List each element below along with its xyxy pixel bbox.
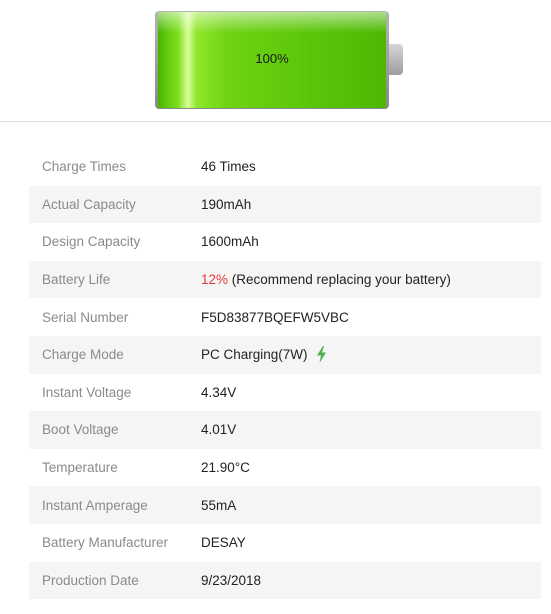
info-label: Production Date (42, 572, 139, 588)
info-label: Boot Voltage (42, 422, 119, 438)
battery-percentage-label: 100% (255, 51, 289, 66)
info-row-battery-life: Battery Life 12% (Recommend replacing yo… (29, 260, 541, 299)
info-row-actual-capacity: Actual Capacity 190mAh (29, 185, 541, 224)
info-row-boot-voltage: Boot Voltage 4.01V (29, 411, 541, 449)
info-label: Actual Capacity (42, 196, 136, 212)
info-row-instant-voltage: Instant Voltage 4.34V (29, 374, 541, 412)
info-label: Battery Life (42, 272, 111, 288)
info-row-battery-manufacturer: Battery Manufacturer DESAY (29, 524, 541, 562)
battery-terminal-cap (389, 44, 403, 75)
info-label: Serial Number (42, 309, 129, 325)
info-label: Instant Voltage (42, 384, 132, 400)
battery-info-table: Charge Times 46 Times Actual Capacity 19… (29, 148, 541, 600)
info-value: DESAY (201, 535, 246, 551)
info-row-temperature: Temperature 21.90°C (29, 449, 541, 487)
info-row-charge-times: Charge Times 46 Times (29, 148, 541, 186)
info-value: 4.34V (201, 384, 237, 400)
info-row-charge-mode: Charge Mode PC Charging(7W) (29, 335, 541, 374)
info-value: 21.90°C (201, 460, 250, 476)
battery-indicator: 100% (155, 11, 389, 109)
info-value: 12% (Recommend replacing your battery) (201, 272, 451, 287)
info-row-production-date: Production Date 9/23/2018 (29, 561, 541, 600)
info-label: Instant Amperage (42, 497, 148, 513)
info-value: 190mAh (201, 196, 252, 212)
battery-life-recommendation: (Recommend replacing your battery) (228, 272, 451, 288)
charge-mode-text: PC Charging(7W) (201, 347, 308, 363)
info-value: 1600mAh (201, 234, 259, 250)
info-label: Design Capacity (42, 234, 141, 250)
battery-life-percent: 12% (201, 272, 229, 288)
info-value: F5D83877BQEFW5VBC (201, 309, 349, 325)
info-value: 4.01V (201, 422, 237, 438)
info-value: PC Charging(7W) (201, 346, 327, 364)
info-row-design-capacity: Design Capacity 1600mAh (29, 223, 541, 261)
lightning-bolt-icon (316, 346, 326, 364)
info-label: Charge Times (42, 159, 127, 175)
info-label: Temperature (42, 460, 118, 476)
info-value: 46 Times (201, 159, 256, 175)
battery-header: 100% (0, 0, 551, 122)
info-label: Battery Manufacturer (42, 535, 169, 551)
info-value: 9/23/2018 (201, 572, 262, 588)
info-label: Charge Mode (42, 347, 124, 363)
info-row-instant-amperage: Instant Amperage 55mA (29, 486, 541, 524)
info-value: 55mA (201, 497, 237, 513)
info-row-serial-number: Serial Number F5D83877BQEFW5VBC (29, 298, 541, 336)
